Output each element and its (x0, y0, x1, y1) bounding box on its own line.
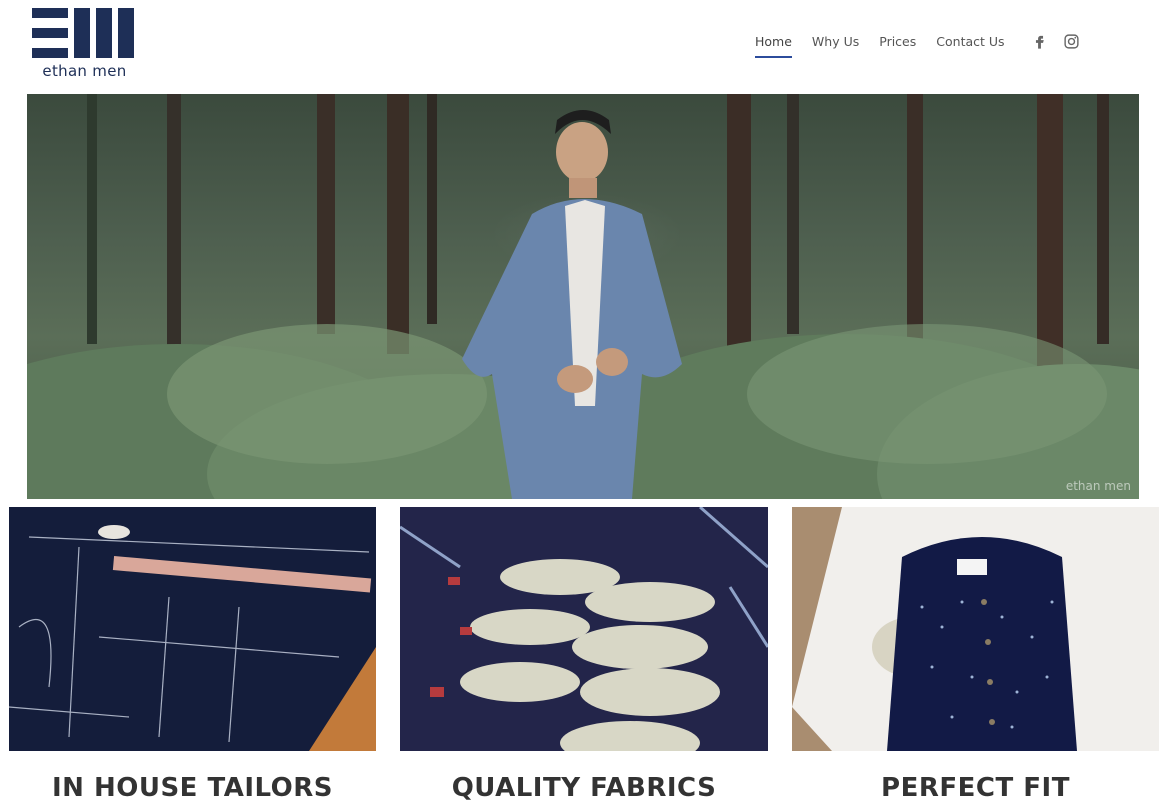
social-links (1031, 33, 1080, 50)
feature-image-tailors[interactable] (9, 507, 376, 751)
nav-why-us[interactable]: Why Us (812, 34, 859, 58)
facebook-icon[interactable] (1031, 33, 1048, 50)
nav-prices[interactable]: Prices (879, 34, 916, 58)
site-header: ethan men Home Why Us Prices Contact Us (0, 0, 1169, 92)
logo-mark-icon (32, 8, 134, 58)
nav-contact-us[interactable]: Contact Us (936, 34, 1004, 58)
instagram-icon[interactable] (1063, 33, 1080, 50)
feature-title-tailors: IN HOUSE TAILORS (52, 773, 333, 803)
page: ethan men Home Why Us Prices Contact Us (0, 0, 1169, 806)
hero-image: ethan men (27, 94, 1139, 499)
brand-logo[interactable]: ethan men (22, 6, 147, 86)
feature-title-fabrics: QUALITY FABRICS (451, 773, 717, 803)
main-nav: Home Why Us Prices Contact Us (755, 34, 1005, 58)
feature-image-fit[interactable] (792, 507, 1159, 751)
forest-scene (27, 94, 1139, 499)
feature-title-fit: PERFECT FIT (881, 773, 1070, 803)
nav-home[interactable]: Home (755, 34, 792, 58)
brand-name: ethan men (42, 62, 127, 80)
hero-watermark: ethan men (1065, 479, 1131, 493)
feature-image-fabrics[interactable] (400, 507, 768, 751)
